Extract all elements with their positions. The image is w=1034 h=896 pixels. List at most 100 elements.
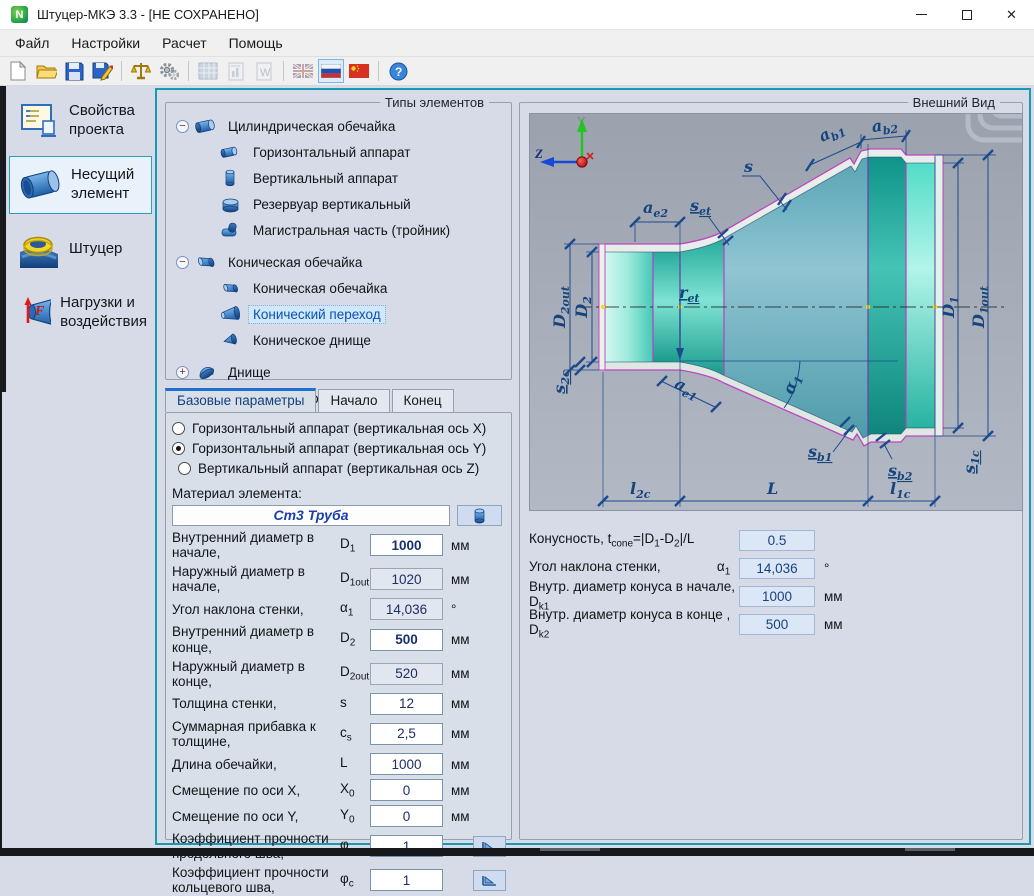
menu-calculation[interactable]: Расчет: [151, 31, 218, 55]
param-row-y0: Смещение по оси Y, Y0 мм: [172, 805, 506, 827]
mesh-calc-icon: [198, 62, 218, 80]
material-database-button[interactable]: [457, 505, 502, 526]
expand-icon[interactable]: +: [176, 366, 189, 379]
param-row-phi: Коэффициент прочности продольного шва, φ: [172, 831, 506, 861]
open-folder-icon: [36, 62, 57, 80]
cone-transition-icon: [220, 305, 242, 323]
tree-item-head[interactable]: + Днище: [176, 359, 507, 385]
tree-item-conical-shell[interactable]: − Коническая обечайка: [176, 249, 507, 275]
dk2-value: 500: [739, 614, 815, 635]
word-doc-icon: W: [256, 62, 272, 81]
help-icon: ?: [389, 62, 408, 81]
param-row-length: Длина обечайки, L мм: [172, 753, 506, 775]
sidebar-item-shell-element[interactable]: Несущийэлемент: [9, 156, 152, 214]
language-en-button[interactable]: [290, 59, 316, 83]
material-label: Материал элемента:: [172, 486, 506, 501]
d2-input[interactable]: [370, 629, 443, 651]
alpha-value: 14,036: [739, 558, 815, 579]
external-view-groupbox: Внешний Вид: [519, 102, 1023, 840]
sidebar: Свойствапроекта Несущийэлемент Штуцер: [6, 86, 155, 848]
param-row-x0: Смещение по оси X, X0 мм: [172, 779, 506, 801]
dk1-value: 1000: [739, 586, 815, 607]
tree-item-conical-head[interactable]: Коническое днище: [176, 327, 507, 353]
minimize-button[interactable]: [899, 0, 944, 30]
param-row-d2out: Наружный диаметр в конце, D2out мм: [172, 659, 506, 689]
element-types-groupbox: Типы элементов − Цилиндрическая обечайка…: [165, 102, 512, 380]
orientation-option-z[interactable]: Вертикальный аппарат (вертикальная ось Z…: [172, 461, 506, 476]
d1-input[interactable]: [370, 534, 443, 556]
close-button[interactable]: ✕: [989, 0, 1034, 30]
tab-basic-parameters[interactable]: Базовые параметры: [165, 388, 316, 412]
settings-button[interactable]: [156, 59, 182, 83]
language-ru-button[interactable]: [318, 59, 344, 83]
weld-seam-button[interactable]: [473, 870, 506, 891]
word-doc-button: W: [251, 59, 277, 83]
orientation-option-y[interactable]: Горизонтальный аппарат (вертикальная ось…: [172, 441, 506, 456]
menubar: Файл Настройки Расчет Помощь: [0, 30, 1034, 57]
project-properties-icon: [18, 102, 60, 140]
d1out-field: [370, 568, 443, 590]
sidebar-item-loads[interactable]: F Нагрузки ивоздействия: [9, 284, 152, 342]
cone-icon: [220, 279, 242, 297]
sidebar-item-nozzle[interactable]: Штуцер: [9, 220, 152, 278]
parameters-groupbox: Горизонтальный аппарат (вертикальная ось…: [165, 412, 512, 840]
cone-results: Конусность, tcone=|D1-D2|/L 0.5 Угол нак…: [529, 523, 1015, 635]
tab-start[interactable]: Начало: [318, 389, 389, 412]
radio-icon-selected[interactable]: [172, 442, 185, 455]
radio-icon[interactable]: [172, 422, 185, 435]
tree-item-tee-run[interactable]: Магистральная часть (тройник): [176, 217, 507, 243]
sidebar-item-label: Нагрузки ивоздействия: [60, 294, 147, 332]
new-file-button[interactable]: [5, 59, 31, 83]
flag-ru-icon: [321, 64, 341, 78]
collapse-icon[interactable]: −: [176, 120, 189, 133]
element-types-tree: − Цилиндрическая обечайка Горизонтальный…: [166, 103, 511, 437]
material-database-icon: [473, 508, 486, 524]
cone-head-icon: [220, 331, 242, 349]
help-button[interactable]: ?: [385, 59, 411, 83]
save-as-icon: [92, 61, 113, 81]
svg-text:?: ?: [395, 65, 402, 79]
collapse-icon[interactable]: −: [176, 256, 189, 269]
d2out-field: [370, 663, 443, 685]
3d-viewport[interactable]: Y Z D2out D2 s2c D1 D1out s1c l2c L l1c …: [529, 113, 1023, 511]
param-row-d1out: Наружный диаметр в начале, D1out мм: [172, 564, 506, 594]
toolbar-separator: [283, 61, 284, 81]
tree-item-conical-transition[interactable]: Конический переход: [176, 301, 507, 327]
radio-icon[interactable]: [178, 462, 191, 475]
material-field[interactable]: Ст3 Труба: [172, 505, 450, 526]
param-row-d1: Внутренний диаметр в начале, D1 мм: [172, 530, 506, 560]
length-input[interactable]: [370, 753, 443, 775]
maximize-button[interactable]: [944, 0, 989, 30]
toolbar: W ?: [0, 57, 1034, 86]
s-input[interactable]: [370, 693, 443, 715]
orientation-option-x[interactable]: Горизонтальный аппарат (вертикальная ось…: [172, 421, 506, 436]
save-button[interactable]: [61, 59, 87, 83]
param-row-alpha1: Угол наклона стенки, α1 °: [172, 598, 506, 620]
language-cn-button[interactable]: [346, 59, 372, 83]
cylinder-horizontal-icon: [220, 143, 242, 161]
menu-help[interactable]: Помощь: [218, 31, 294, 55]
tree-item-horizontal-vessel[interactable]: Горизонтальный аппарат: [176, 139, 507, 165]
tab-end[interactable]: Конец: [392, 389, 454, 412]
phic-input[interactable]: [370, 869, 443, 891]
menu-settings[interactable]: Настройки: [60, 31, 151, 55]
svg-text:W: W: [260, 67, 271, 79]
sidebar-item-label: Несущийэлемент: [71, 166, 134, 204]
param-row-d2: Внутренний диаметр в конце, D2 мм: [172, 624, 506, 654]
save-as-button[interactable]: [89, 59, 115, 83]
tree-item-vertical-vessel[interactable]: Вертикальный аппарат: [176, 165, 507, 191]
cs-input[interactable]: [370, 723, 443, 745]
units-button[interactable]: [128, 59, 154, 83]
cylinder-horizontal-icon: [195, 117, 217, 135]
sidebar-item-project-properties[interactable]: Свойствапроекта: [9, 92, 152, 150]
tree-item-vertical-tank[interactable]: Резервуар вертикальный: [176, 191, 507, 217]
dim-s: s: [743, 157, 753, 176]
main-panel: Типы элементов − Цилиндрическая обечайка…: [155, 88, 1031, 845]
menu-file[interactable]: Файл: [4, 31, 60, 55]
tree-item-cylindrical-shell[interactable]: − Цилиндрическая обечайка: [176, 113, 507, 139]
x0-input[interactable]: [370, 779, 443, 801]
y0-input[interactable]: [370, 805, 443, 827]
open-button[interactable]: [33, 59, 59, 83]
flag-en-icon: [293, 64, 313, 78]
tree-item-conical-shell-child[interactable]: Коническая обечайка: [176, 275, 507, 301]
